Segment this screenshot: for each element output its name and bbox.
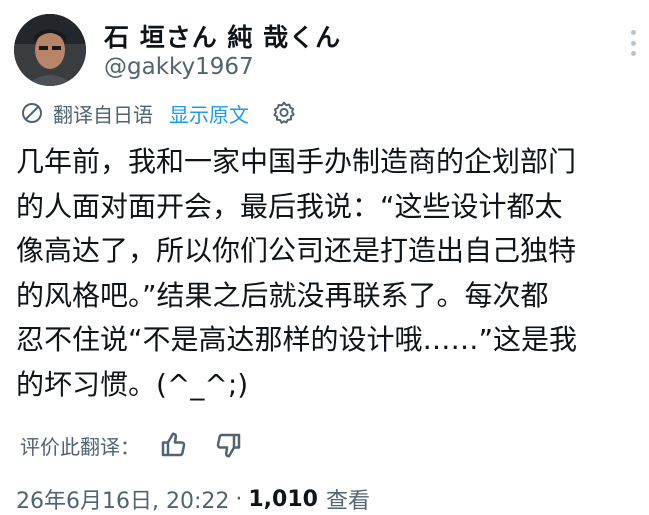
- avatar-image: [14, 14, 86, 86]
- tweet-line: 的风格吧。”结果之后就没再联系了。每次都: [16, 278, 549, 312]
- tweet-text: 几年前，我和一家中国手办制造商的企划部门 的人面对面开会，最后我说：“这些设计都…: [16, 140, 636, 407]
- rate-translation-label: 评价此翻译：: [20, 434, 140, 459]
- tweet-line: 忍不住说“不是高达那样的设计哦……”这是我: [16, 323, 578, 356]
- show-original-link[interactable]: 显示原文: [169, 99, 249, 128]
- tweet-line: 像高达了，所以你们公司还是打造出自己独特: [16, 234, 577, 267]
- tweet-line: 几年前，我和一家中国手办制造商的企划部门: [16, 145, 577, 178]
- tweet-line: 的坏习惯。(^_^;): [16, 367, 249, 401]
- translate-icon: [22, 103, 42, 123]
- author-handle[interactable]: @gakky1967: [104, 54, 254, 80]
- thumbs-up-icon[interactable]: [158, 430, 188, 460]
- more-options-button[interactable]: [620, 26, 646, 60]
- tweet-timestamp[interactable]: 26年6月16日, 20:22: [16, 483, 229, 515]
- gear-icon[interactable]: [271, 100, 297, 126]
- views-label: 查看: [325, 489, 370, 514]
- author-display-name[interactable]: 石 垣さん 純 哉くん: [104, 18, 341, 54]
- avatar[interactable]: [14, 14, 86, 86]
- meta-separator: ·: [235, 486, 243, 512]
- more-vertical-icon: [630, 30, 636, 35]
- translated-from-label: 翻译自日语: [53, 102, 153, 127]
- thumbs-down-icon[interactable]: [214, 430, 244, 460]
- translation-bar: 翻译自日语 显示原文: [20, 98, 297, 128]
- view-count: 1,010: [248, 486, 318, 512]
- tweet-line: 的人面对面开会，最后我说：“这些设计都太: [16, 189, 563, 223]
- tweet-meta: 26年6月16日, 20:22 · 1,010 查看: [16, 483, 370, 515]
- rate-translation-bar: 评价此翻译：: [20, 428, 244, 462]
